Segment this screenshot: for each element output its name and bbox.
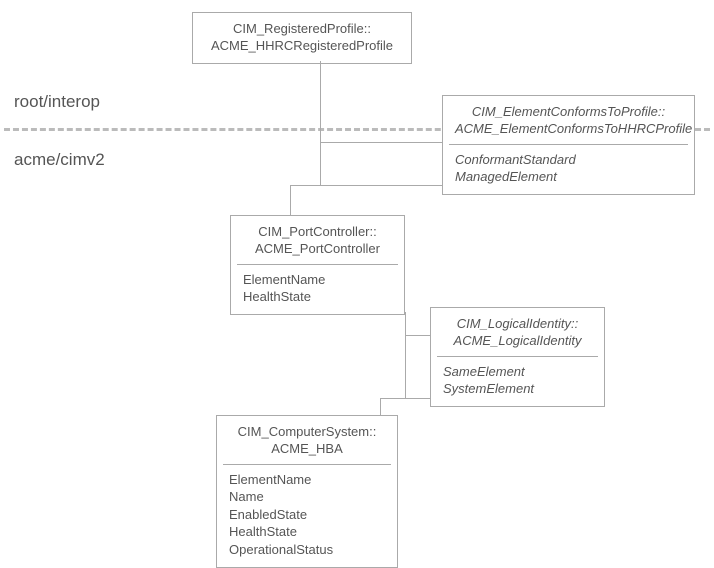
assoc-attr: ManagedElement: [455, 168, 682, 186]
class-attr: ElementName: [243, 271, 392, 289]
class-box-registered-profile: CIM_RegisteredProfile:: ACME_HHRCRegiste…: [192, 12, 412, 64]
class-subtitle: ACME_HBA: [229, 441, 385, 458]
connector: [380, 398, 381, 415]
connector: [380, 398, 430, 399]
class-title: CIM_PortController::: [243, 224, 392, 241]
class-box-port-controller: CIM_PortController:: ACME_PortController…: [230, 215, 405, 315]
class-subtitle: ACME_PortController: [243, 241, 392, 258]
class-attr: HealthState: [229, 523, 385, 541]
connector: [405, 312, 406, 398]
class-title: CIM_RegisteredProfile::: [205, 21, 399, 38]
assoc-title: CIM_LogicalIdentity::: [443, 316, 592, 333]
connector: [320, 142, 442, 143]
class-attr: EnabledState: [229, 506, 385, 524]
class-attr: Name: [229, 488, 385, 506]
namespace-label-acme-cimv2: acme/cimv2: [14, 150, 105, 170]
diagram-canvas: root/interop acme/cimv2 CIM_RegisteredPr…: [0, 0, 714, 565]
class-title: CIM_ComputerSystem::: [229, 424, 385, 441]
assoc-subtitle: ACME_LogicalIdentity: [443, 333, 592, 350]
connector: [442, 185, 443, 186]
class-attr: HealthState: [243, 288, 392, 306]
assoc-attr: ConformantStandard: [455, 151, 682, 169]
assoc-attr: SameElement: [443, 363, 592, 381]
class-attr: OperationalStatus: [229, 541, 385, 559]
assoc-attr: SystemElement: [443, 380, 592, 398]
connector: [290, 185, 291, 215]
assoc-subtitle: ACME_ElementConformsToHHRCProfile: [455, 121, 682, 138]
connector: [320, 61, 321, 185]
assoc-box-element-conforms: CIM_ElementConformsToProfile:: ACME_Elem…: [442, 95, 695, 195]
class-box-computer-system: CIM_ComputerSystem:: ACME_HBA ElementNam…: [216, 415, 398, 568]
class-attr: ElementName: [229, 471, 385, 489]
assoc-box-logical-identity: CIM_LogicalIdentity:: ACME_LogicalIdenti…: [430, 307, 605, 407]
assoc-title: CIM_ElementConformsToProfile::: [455, 104, 682, 121]
connector: [405, 335, 430, 336]
class-subtitle: ACME_HHRCRegisteredProfile: [205, 38, 399, 55]
namespace-label-root-interop: root/interop: [14, 92, 100, 112]
connector: [290, 185, 442, 186]
